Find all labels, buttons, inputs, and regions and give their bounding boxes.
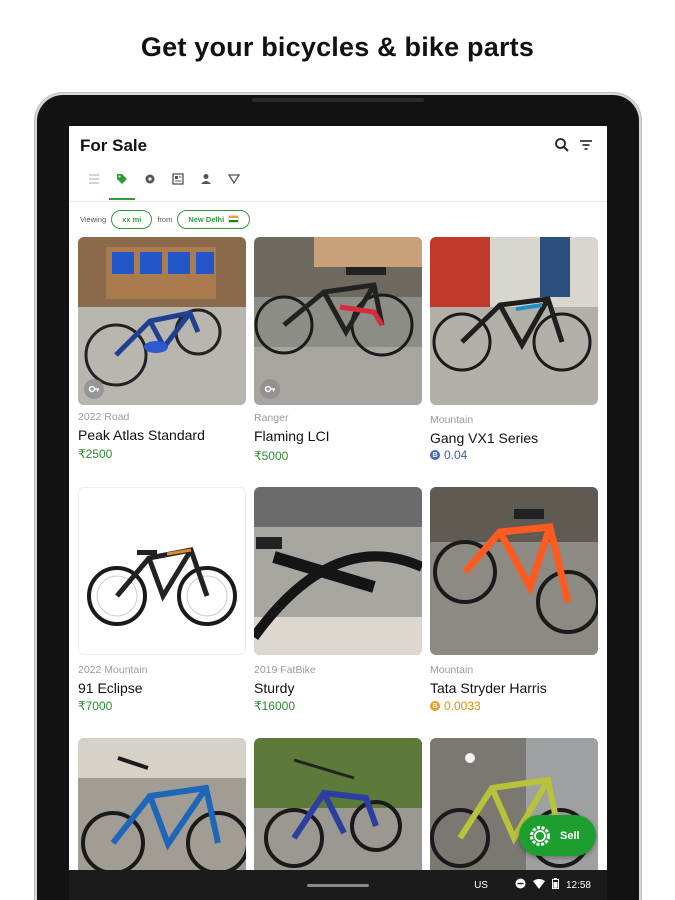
listing-price: ₹2500 — [78, 447, 112, 461]
app-bar: For Sale — [69, 126, 607, 202]
distance-value: xx mi — [122, 214, 142, 224]
battery-icon — [551, 878, 559, 892]
dnd-icon — [515, 878, 526, 892]
viewing-label: Viewing — [80, 214, 107, 224]
listing-name: Flaming LCI — [254, 428, 330, 444]
price-value: ₹7000 — [78, 699, 113, 713]
listing-price: ₹7000 — [78, 699, 112, 713]
tab-for-sale[interactable] — [109, 172, 135, 200]
key-icon — [260, 379, 280, 399]
listing-price: B 0.0033 — [430, 699, 481, 713]
sell-button[interactable]: Sell — [519, 815, 596, 856]
gear-icon — [530, 825, 550, 846]
tag-icon — [117, 174, 127, 184]
listing-price: B 0.04 — [430, 448, 467, 462]
listing-photo — [78, 487, 246, 655]
listing-photo — [254, 487, 422, 655]
listing-name: Tata Stryder Harris — [430, 680, 547, 696]
tab-list[interactable] — [81, 172, 107, 200]
distance-selector[interactable]: xx mi — [111, 209, 153, 229]
sell-label: Sell — [560, 829, 580, 842]
listing-price: ₹5000 — [254, 449, 288, 463]
listing-photo — [254, 237, 422, 405]
search-icon[interactable] — [553, 136, 571, 154]
key-icon — [84, 379, 104, 399]
tab-more[interactable] — [221, 172, 247, 200]
india-flag-icon — [228, 215, 240, 223]
price-value: 0.04 — [444, 448, 468, 462]
price-value: ₹16000 — [254, 699, 296, 713]
listing-subtitle: 2019 FatBike — [254, 664, 316, 676]
clock-time: 12:58 — [565, 879, 591, 891]
tab-news[interactable] — [165, 172, 191, 200]
crypto-coin-icon: B — [430, 701, 440, 711]
newspaper-icon — [172, 173, 184, 185]
location-selector[interactable]: New Delhi — [177, 209, 251, 229]
system-nav-bar: US 12:58 — [69, 870, 607, 900]
list-icon — [89, 174, 99, 184]
listing-subtitle: Ranger — [254, 412, 289, 424]
listing-name: Sturdy — [254, 680, 295, 696]
listing-name: Peak Atlas Standard — [78, 427, 205, 443]
listing-photo — [430, 487, 598, 655]
from-label: from — [157, 214, 173, 224]
listing-photo — [78, 237, 246, 405]
crypto-coin-icon: B — [430, 450, 440, 460]
status-area: US 12:58 — [474, 878, 591, 892]
bike-part-icon — [145, 174, 155, 184]
app-screen: For Sale Viewing xx mi from New Delhi 20… — [69, 126, 607, 900]
keyboard-locale: US — [474, 879, 488, 891]
person-icon — [201, 174, 211, 184]
listing-price: ₹16000 — [254, 699, 295, 713]
listing-subtitle: Mountain — [430, 664, 474, 676]
listing-subtitle: 2022 Mountain — [78, 664, 148, 676]
wifi-icon — [532, 878, 545, 892]
triangle-icon — [227, 174, 241, 185]
page-title: For Sale — [80, 136, 148, 155]
listing-name: 91 Eclipse — [78, 680, 143, 696]
location-filter: Viewing xx mi from New Delhi — [80, 208, 251, 230]
listing-subtitle: 2022 Road — [78, 411, 130, 423]
price-value: 0.0033 — [444, 699, 481, 713]
listing-photo — [430, 237, 598, 405]
price-value: ₹2500 — [78, 447, 113, 461]
home-gesture-bar[interactable] — [307, 884, 369, 887]
promo-headline: Get your bicycles & bike parts — [140, 32, 535, 62]
tab-profile[interactable] — [193, 172, 219, 200]
device-camera-bar — [252, 98, 424, 102]
filter-icon[interactable] — [577, 136, 595, 154]
listing-name: Gang VX1 Series — [430, 430, 539, 446]
listing-subtitle: Mountain — [430, 414, 474, 426]
price-value: ₹5000 — [254, 449, 289, 463]
location-value: New Delhi — [188, 214, 225, 224]
tab-parts[interactable] — [137, 172, 163, 200]
